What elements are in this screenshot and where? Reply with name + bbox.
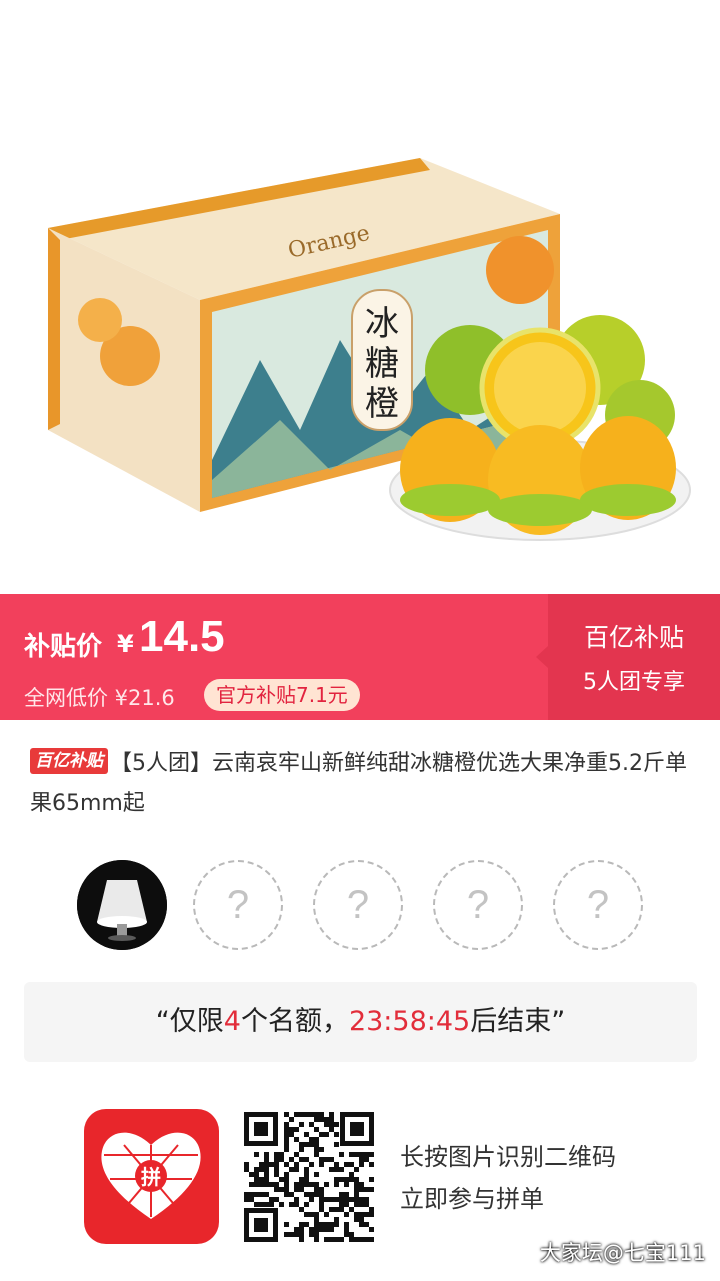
avatar[interactable] xyxy=(77,860,167,950)
subsidy-group-badge: 百亿补贴 5人团专享 xyxy=(536,594,720,720)
countdown-banner: “仅限4个名额，23:58:45后结束” xyxy=(24,982,697,1062)
box-label-char: 橙 xyxy=(365,384,399,424)
watermark: 大家坛@七宝111 xyxy=(539,1241,706,1265)
countdown-prefix: “仅限 xyxy=(155,1006,224,1037)
subsidy-tag: 百亿补贴 xyxy=(30,748,108,774)
question-mark-icon: ? xyxy=(226,882,250,927)
remaining-slots-count: 4 xyxy=(223,1006,241,1037)
question-mark-icon: ? xyxy=(346,882,370,927)
price-value: 14.5 xyxy=(139,612,225,661)
badge-subtitle: 5人团专享 xyxy=(583,670,685,695)
subsidy-price-label: 补贴价 xyxy=(24,632,103,662)
empty-avatar-slot[interactable]: ? xyxy=(193,860,283,950)
product-title-text: 【5人团】云南哀牢山新鲜纯甜冰糖橙优选大果净重5.2斤单果65mm起 xyxy=(30,751,687,816)
question-mark-icon: ? xyxy=(586,882,610,927)
empty-avatar-slot[interactable]: ? xyxy=(433,860,523,950)
lowest-price-text: 全网低价 ¥21.6 xyxy=(24,686,175,710)
qr-hint: 长按图片识别二维码 立即参与拼单 xyxy=(400,1136,616,1220)
box-label-char: 冰 xyxy=(365,304,399,344)
empty-avatar-slot[interactable]: ? xyxy=(313,860,403,950)
hint-line-1: 长按图片识别二维码 xyxy=(400,1143,616,1171)
question-mark-icon: ? xyxy=(466,882,490,927)
pinduoduo-logo: 拼 xyxy=(84,1109,219,1244)
group-member-row: ? ? ? ? xyxy=(0,860,720,956)
currency-symbol: ¥ xyxy=(117,630,134,658)
countdown-middle: 个名额， xyxy=(240,1006,349,1037)
product-image[interactable]: 冰 糖 橙 Orange xyxy=(0,0,720,594)
price-bar: 补贴价 ¥ 14.5 全网低价 ¥21.6 官方补贴7.1元 百亿补贴 5人团专… xyxy=(0,594,720,720)
countdown-timer: 23:58:45 xyxy=(348,1006,471,1037)
logo-text: 拼 xyxy=(141,1165,161,1189)
countdown-suffix: 后结束” xyxy=(470,1006,566,1037)
badge-title: 百亿补贴 xyxy=(583,623,684,652)
empty-avatar-slot[interactable]: ? xyxy=(553,860,643,950)
box-label-char: 糖 xyxy=(365,344,399,384)
qr-code[interactable] xyxy=(240,1108,378,1246)
product-title: 百亿补贴 【5人团】云南哀牢山新鲜纯甜冰糖橙优选大果净重5.2斤单果65mm起 xyxy=(30,744,690,824)
official-subsidy-badge: 官方补贴7.1元 xyxy=(204,679,360,711)
hint-line-2: 立即参与拼单 xyxy=(400,1185,544,1213)
